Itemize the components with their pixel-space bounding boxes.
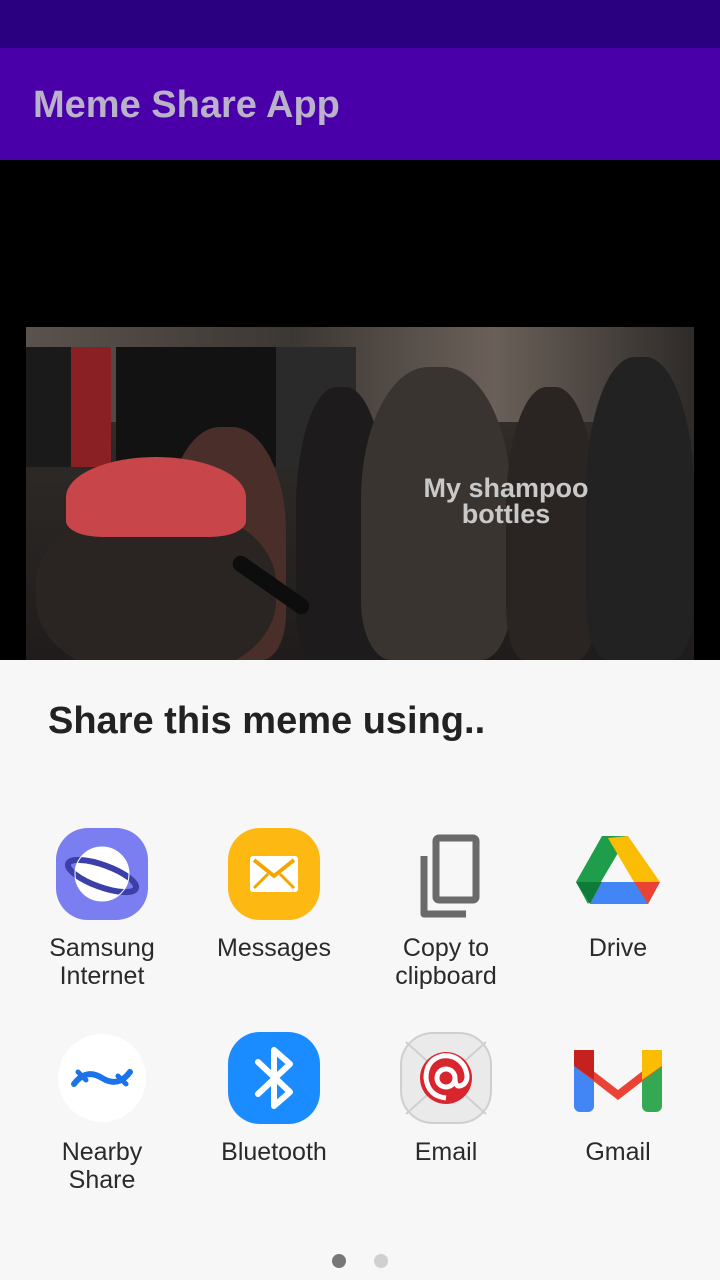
- share-target-label: Samsung Internet: [49, 934, 155, 990]
- share-target-label: Bluetooth: [221, 1138, 327, 1166]
- status-bar: [0, 0, 720, 48]
- share-target-label: Nearby Share: [61, 1138, 143, 1194]
- share-sheet-title: Share this meme using..: [48, 700, 486, 742]
- share-target-label: Copy to clipboard: [395, 934, 497, 990]
- copy-icon: [400, 828, 492, 920]
- messages-icon: [228, 828, 320, 920]
- app-bar: Meme Share App: [0, 48, 720, 160]
- bluetooth-icon: [228, 1032, 320, 1124]
- app-title: Meme Share App: [33, 84, 340, 126]
- share-sheet: Share this meme using.. Samsung Internet: [0, 660, 720, 1280]
- meme-caption: My shampoo bottles: [423, 473, 589, 529]
- page-dot-active[interactable]: [331, 1254, 346, 1268]
- page-indicator: [0, 1254, 720, 1273]
- share-target-label: Drive: [588, 934, 648, 962]
- share-target-label: Gmail: [585, 1138, 651, 1166]
- drive-icon: [572, 828, 664, 920]
- gmail-icon: [572, 1032, 664, 1124]
- meme-area: My shampoo bottles: [0, 160, 720, 660]
- meme-image: My shampoo bottles: [26, 327, 694, 660]
- email-icon: [400, 1032, 492, 1124]
- share-target-label: Messages: [217, 934, 331, 962]
- page-dot[interactable]: [374, 1254, 389, 1268]
- nearby-share-icon: [56, 1032, 148, 1124]
- share-target-label: Email: [414, 1138, 478, 1166]
- samsung-internet-icon: [56, 828, 148, 920]
